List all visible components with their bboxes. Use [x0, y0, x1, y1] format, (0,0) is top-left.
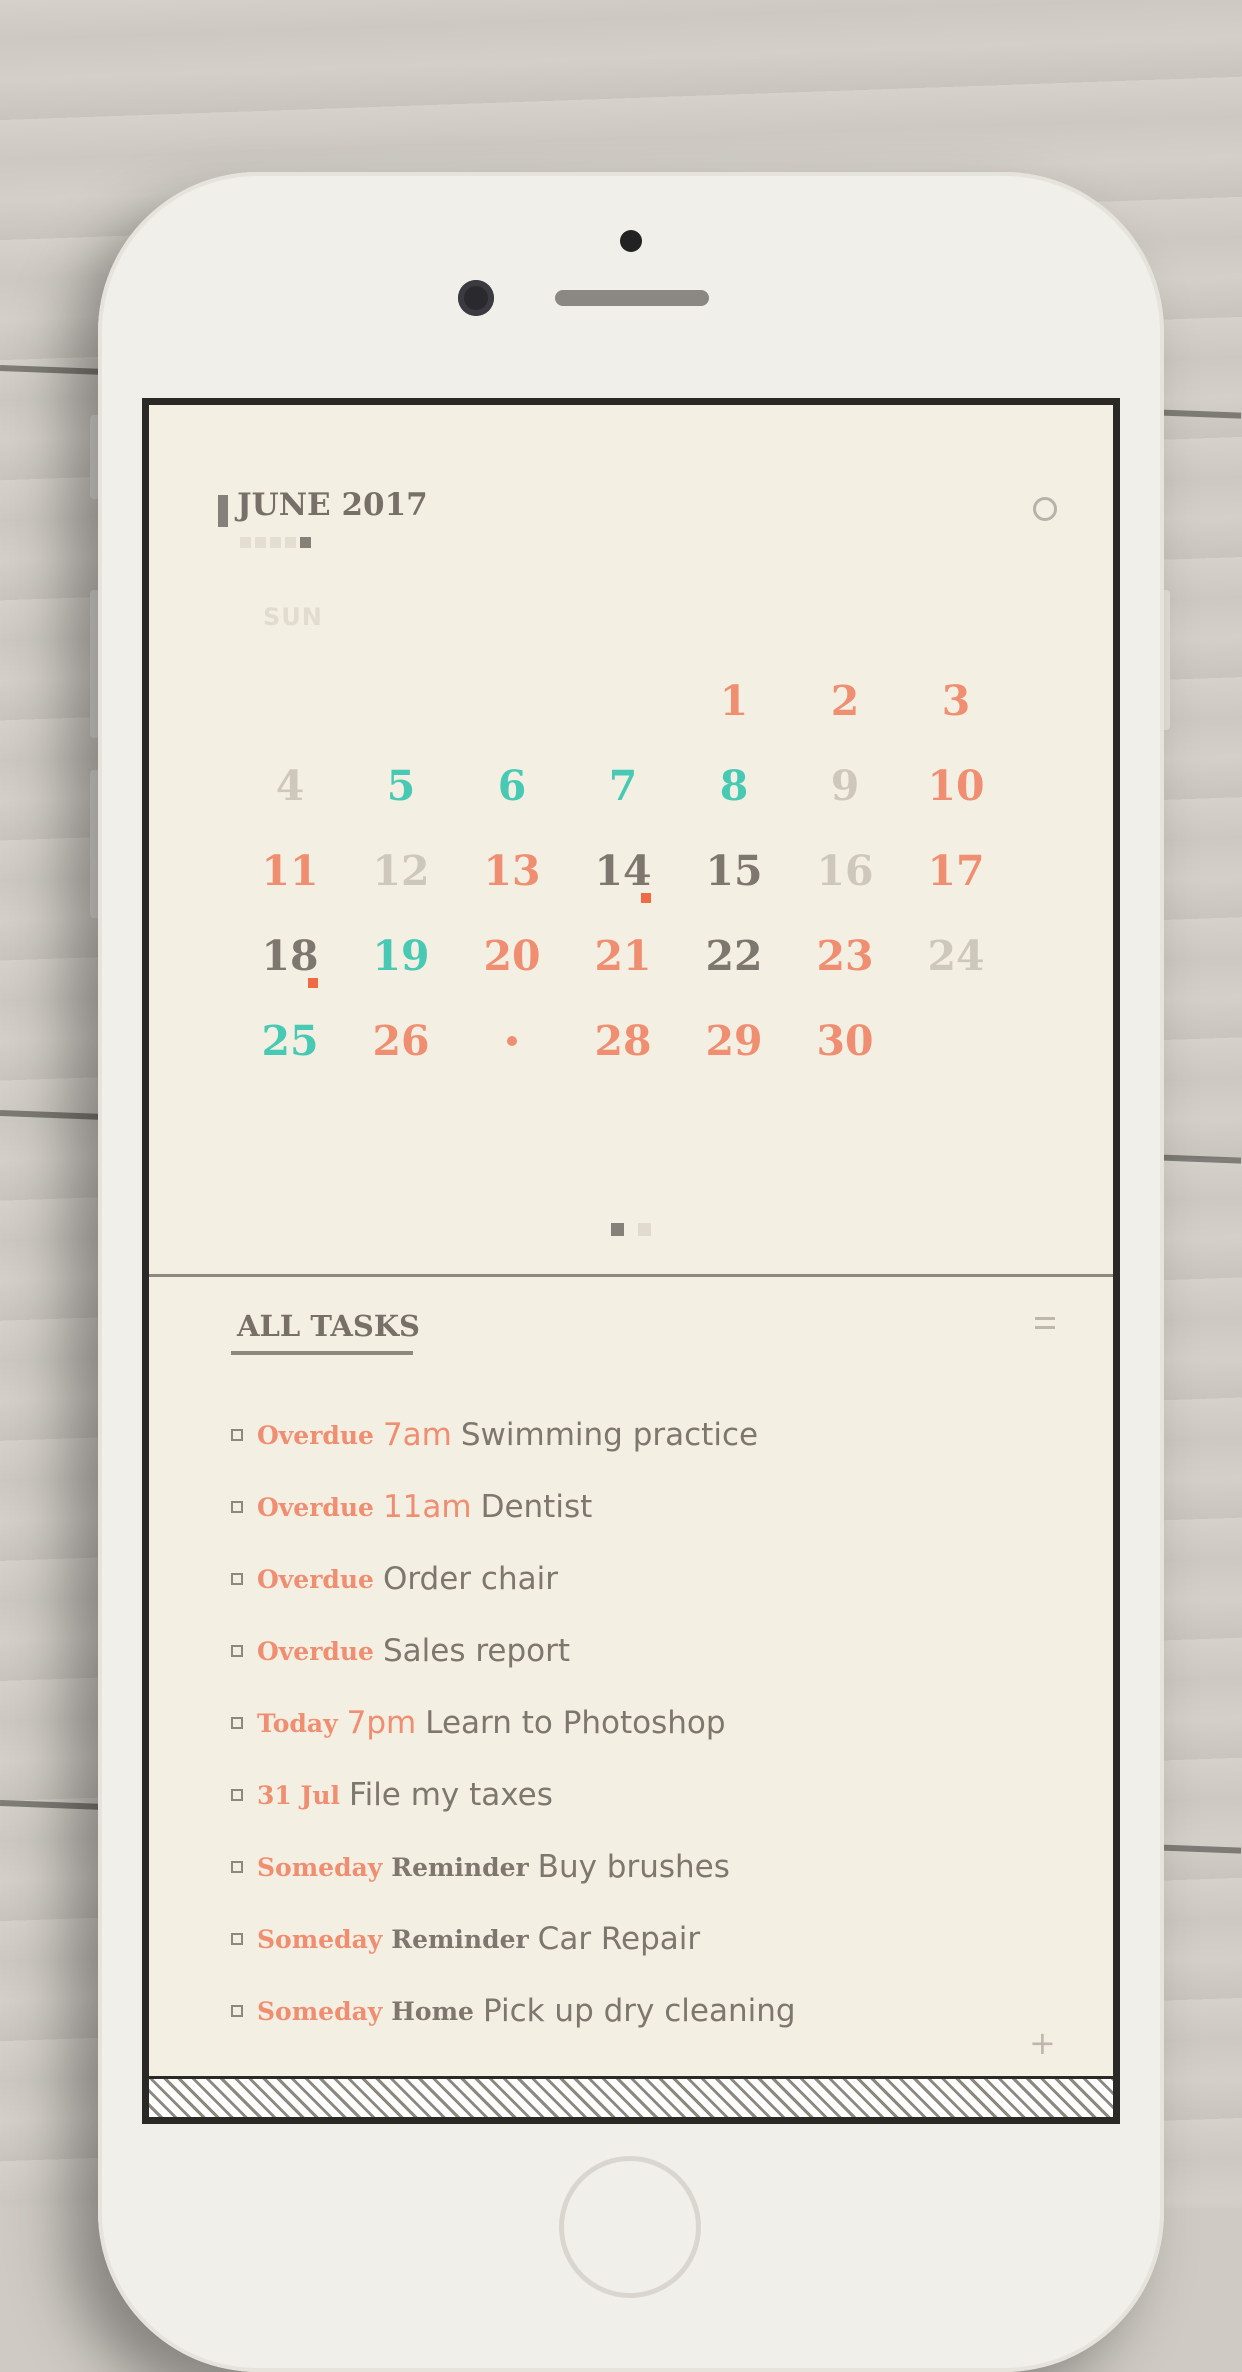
task-due: Overdue	[257, 1492, 374, 1522]
tasks-title[interactable]: ALL TASKS	[237, 1309, 420, 1343]
month-title[interactable]: JUNE 2017	[237, 487, 428, 523]
task-title: Buy brushes	[537, 1849, 730, 1885]
event-marker	[641, 893, 651, 903]
calendar-day[interactable]: 3	[901, 677, 1011, 725]
home-button[interactable]	[559, 2156, 701, 2298]
calendar-day[interactable]: 7	[568, 762, 678, 810]
month-indicator-dot	[270, 537, 281, 548]
task-checkbox[interactable]	[231, 1573, 243, 1585]
task-checkbox[interactable]	[231, 1861, 243, 1873]
calendar-day[interactable]: 4	[235, 762, 345, 810]
today-marker	[507, 1036, 517, 1046]
calendar-day[interactable]: 16	[790, 847, 900, 895]
calendar-day[interactable]: 9	[790, 762, 900, 810]
calendar-day[interactable]: 19	[346, 932, 456, 980]
task-due: 31 Jul	[257, 1780, 340, 1810]
month-marker	[218, 495, 228, 527]
task-checkbox[interactable]	[231, 1645, 243, 1657]
task-item[interactable]: Overdue Order chair	[231, 1553, 558, 1605]
calendar-day[interactable]: 6	[457, 762, 567, 810]
task-due: Today	[257, 1708, 338, 1738]
calendar-day[interactable]: 24	[901, 932, 1011, 980]
task-due: Overdue	[257, 1420, 374, 1450]
task-item[interactable]: Someday Home Pick up dry cleaning	[231, 1985, 796, 2037]
calendar-day[interactable]: 15	[679, 847, 789, 895]
task-checkbox[interactable]	[231, 1933, 243, 1945]
calendar-day[interactable]: 30	[790, 1017, 900, 1065]
app-screen: JUNE 2017 SUN 1 2 3 4 5 6 7 8 9 10 11 12 13 14 15 16 17 1…	[142, 398, 1120, 2124]
calendar-day[interactable]: 10	[901, 762, 1011, 810]
calendar-day[interactable]: 12	[346, 847, 456, 895]
tasks-title-underline	[231, 1351, 413, 1355]
task-due: Overdue	[257, 1636, 374, 1666]
task-checkbox[interactable]	[231, 1501, 243, 1513]
task-item[interactable]: Overdue 7am Swimming practice	[231, 1409, 758, 1461]
calendar-day[interactable]: 18	[235, 932, 345, 980]
plus-icon[interactable]: +	[1029, 2027, 1056, 2059]
task-title: Order chair	[382, 1561, 558, 1597]
task-title: Swimming practice	[460, 1417, 759, 1453]
footer-hatch	[149, 2076, 1113, 2117]
task-checkbox[interactable]	[231, 1789, 243, 1801]
calendar-day[interactable]: 2	[790, 677, 900, 725]
calendar-day[interactable]: 26	[346, 1017, 456, 1065]
calendar-day[interactable]: 21	[568, 932, 678, 980]
task-item[interactable]: Overdue 11am Dentist	[231, 1481, 592, 1533]
task-item[interactable]: Someday Reminder Car Repair	[231, 1913, 700, 1965]
task-due: Someday	[257, 1924, 383, 1954]
page-dot-active	[611, 1223, 624, 1236]
task-due: Overdue	[257, 1564, 374, 1594]
task-title: Sales report	[382, 1633, 570, 1669]
task-title: Dentist	[480, 1489, 593, 1525]
task-due: Someday	[257, 1852, 383, 1882]
month-indicator-dot	[255, 537, 266, 548]
task-checkbox[interactable]	[231, 2005, 243, 2017]
task-list-tag: Reminder	[391, 1852, 529, 1882]
task-due: Someday	[257, 1996, 383, 2026]
task-checkbox[interactable]	[231, 1717, 243, 1729]
calendar-day[interactable]: 14	[568, 847, 678, 895]
task-title: Pick up dry cleaning	[482, 1993, 796, 2029]
page-indicator[interactable]	[611, 1223, 651, 1236]
calendar-day[interactable]: 8	[679, 762, 789, 810]
task-item[interactable]: Today 7pm Learn to Photoshop	[231, 1697, 726, 1749]
month-indicator	[240, 537, 311, 548]
task-title: File my taxes	[349, 1777, 553, 1813]
event-marker	[308, 978, 318, 988]
phone-camera	[458, 280, 494, 316]
calendar-day[interactable]: 23	[790, 932, 900, 980]
month-indicator-dot	[300, 537, 311, 548]
task-time: 7pm	[346, 1705, 417, 1741]
weekday-label: SUN	[263, 603, 323, 631]
task-list-tag: Reminder	[391, 1924, 529, 1954]
task-list-tag: Home	[391, 1996, 474, 2026]
calendar-day[interactable]: 25	[235, 1017, 345, 1065]
task-time: 7am	[382, 1417, 452, 1453]
task-title: Learn to Photoshop	[425, 1705, 726, 1741]
month-indicator-dot	[240, 537, 251, 548]
menu-icon[interactable]	[1035, 1317, 1055, 1335]
calendar-day[interactable]: 22	[679, 932, 789, 980]
calendar-day[interactable]: 28	[568, 1017, 678, 1065]
task-item[interactable]: Someday Reminder Buy brushes	[231, 1841, 730, 1893]
calendar-day[interactable]: 11	[235, 847, 345, 895]
task-item[interactable]: Overdue Sales report	[231, 1625, 570, 1677]
task-item[interactable]: 31 Jul File my taxes	[231, 1769, 553, 1821]
phone-speaker	[555, 290, 709, 306]
calendar-day[interactable]: 1	[679, 677, 789, 725]
section-divider	[149, 1274, 1113, 1277]
calendar-day[interactable]: 29	[679, 1017, 789, 1065]
task-title: Car Repair	[537, 1921, 701, 1957]
month-indicator-dot	[285, 537, 296, 548]
calendar-day[interactable]: 20	[457, 932, 567, 980]
task-checkbox[interactable]	[231, 1429, 243, 1441]
phone-sensor	[620, 230, 642, 252]
calendar-day[interactable]: 5	[346, 762, 456, 810]
circle-icon[interactable]	[1033, 497, 1057, 521]
task-time: 11am	[382, 1489, 472, 1525]
page-dot	[638, 1223, 651, 1236]
calendar-day[interactable]: 13	[457, 847, 567, 895]
calendar-day[interactable]: 17	[901, 847, 1011, 895]
